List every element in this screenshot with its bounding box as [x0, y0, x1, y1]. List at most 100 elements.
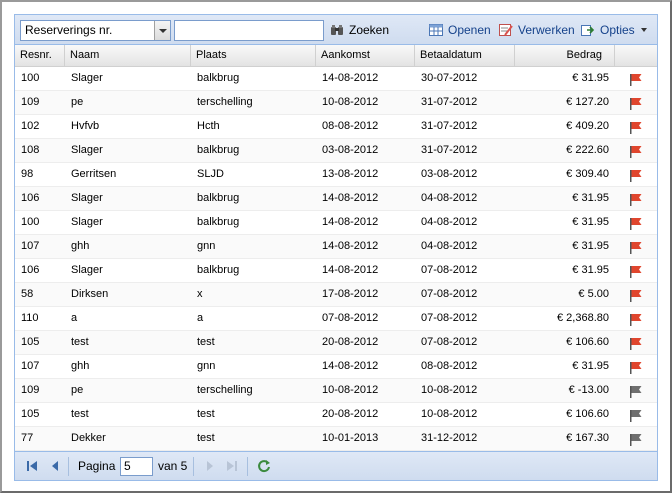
chevron-down-icon[interactable]	[154, 21, 170, 40]
cell-plaats: balkbrug	[197, 216, 240, 228]
flag-icon[interactable]	[629, 97, 643, 110]
cell-plaats: balkbrug	[197, 192, 240, 204]
cell-plaats: terschelling	[197, 384, 253, 396]
flag-icon[interactable]	[629, 409, 643, 422]
table-row[interactable]: 109 pe terschelling 10-08-2012 31-07-2012 € 1…	[15, 91, 657, 115]
open-button[interactable]: Openen	[429, 21, 491, 38]
table-row[interactable]: 106 Slager balkbrug 14-08-2012 04-08-2012 € 3…	[15, 187, 657, 211]
cell-betaaldatum: 04-08-2012	[421, 240, 478, 252]
table-row[interactable]: 106 Slager balkbrug 14-08-2012 07-08-2012 € 3…	[15, 259, 657, 283]
cell-plaats: test	[197, 408, 215, 420]
cell-bedrag: € 222.60	[566, 144, 609, 156]
table-row[interactable]: 58 Dirksen x 17-08-2012 07-08-2012 € 5.00	[15, 283, 657, 307]
cell-naam: Slager	[71, 144, 103, 156]
cell-plaats: terschelling	[197, 96, 253, 108]
cell-betaaldatum: 31-12-2012	[421, 432, 478, 444]
table-row[interactable]: 109 pe terschelling 10-08-2012 10-08-2012 € -…	[15, 379, 657, 403]
cell-bedrag: € -13.00	[568, 384, 609, 396]
cell-betaaldatum: 08-08-2012	[421, 360, 478, 372]
filter-field-select[interactable]: Reserverings nr.	[20, 20, 171, 41]
flag-icon[interactable]	[629, 217, 643, 230]
search-button[interactable]: Zoeken	[330, 21, 389, 38]
table-row[interactable]: 107 ghh gnn 14-08-2012 08-08-2012 € 31.95	[15, 355, 657, 379]
cell-aankomst: 10-01-2013	[322, 432, 379, 444]
separator	[193, 457, 194, 476]
cell-aankomst: 17-08-2012	[322, 288, 379, 300]
open-button-label: Openen	[448, 22, 491, 37]
flag-icon[interactable]	[629, 313, 643, 326]
table-row[interactable]: 100 Slager balkbrug 14-08-2012 30-07-2012 € 3…	[15, 67, 657, 91]
cell-betaaldatum: 07-08-2012	[421, 288, 478, 300]
cell-aankomst: 13-08-2012	[322, 168, 379, 180]
cell-resnr: 98	[21, 168, 34, 180]
flag-icon[interactable]	[629, 337, 643, 350]
table-row[interactable]: 102 Hvfvb Hcth 08-08-2012 31-07-2012 € 409.20	[15, 115, 657, 139]
options-button[interactable]: Opties	[581, 21, 647, 38]
cell-resnr: 110	[21, 312, 39, 324]
options-button-label: Opties	[600, 22, 635, 37]
cell-betaaldatum: 30-07-2012	[421, 72, 478, 84]
previous-page-icon[interactable]	[48, 459, 62, 473]
cell-resnr: 109	[21, 384, 40, 396]
flag-icon[interactable]	[629, 241, 643, 254]
cell-naam: test	[71, 408, 89, 420]
column-header-naam[interactable]: Naam	[65, 45, 191, 66]
cell-aankomst: 10-08-2012	[322, 96, 379, 108]
column-header-aankomst[interactable]: Aankomst	[316, 45, 415, 66]
cell-bedrag: € 31.95	[572, 264, 609, 276]
column-header-betaaldatum[interactable]: Betaaldatum	[415, 45, 515, 66]
flag-icon[interactable]	[629, 145, 643, 158]
cell-resnr: 108	[21, 144, 40, 156]
process-button[interactable]: Verwerken	[499, 21, 575, 38]
table-row[interactable]: 98 Gerritsen SLJD 13-08-2012 03-08-2012 € 309…	[15, 163, 657, 187]
column-header-bedrag[interactable]: Bedrag	[515, 45, 615, 66]
window-frame: Reserverings nr. Zoeken Openen Verwerken…	[0, 0, 672, 493]
cell-bedrag: € 2,368.80	[557, 312, 609, 324]
table-row[interactable]: 107 ghh gnn 14-08-2012 04-08-2012 € 31.95	[15, 235, 657, 259]
cell-aankomst: 10-08-2012	[322, 384, 379, 396]
table-row[interactable]: 108 Slager balkbrug 03-08-2012 31-07-2012 € 2…	[15, 139, 657, 163]
top-toolbar: Reserverings nr. Zoeken Openen Verwerken…	[15, 15, 657, 45]
cell-naam: test	[71, 336, 89, 348]
cell-aankomst: 08-08-2012	[322, 120, 379, 132]
cell-plaats: balkbrug	[197, 72, 240, 84]
flag-icon[interactable]	[629, 433, 643, 446]
flag-icon[interactable]	[629, 73, 643, 86]
first-page-icon[interactable]	[25, 459, 39, 473]
flag-icon[interactable]	[629, 121, 643, 134]
table-row[interactable]: 100 Slager balkbrug 14-08-2012 04-08-2012 € 3…	[15, 211, 657, 235]
reservations-grid-panel: Reserverings nr. Zoeken Openen Verwerken…	[14, 14, 658, 481]
flag-icon[interactable]	[629, 193, 643, 206]
page-number-input[interactable]: 5	[120, 457, 153, 476]
search-input[interactable]	[174, 20, 324, 41]
column-header-resnr[interactable]: Resnr.	[15, 45, 65, 66]
table-row[interactable]: 77 Dekker test 10-01-2013 31-12-2012 € 167.30	[15, 427, 657, 451]
flag-icon[interactable]	[629, 361, 643, 374]
flag-icon[interactable]	[629, 289, 643, 302]
cell-resnr: 106	[21, 264, 40, 276]
cell-naam: pe	[71, 384, 84, 396]
flag-icon[interactable]	[629, 385, 643, 398]
cell-betaaldatum: 31-07-2012	[421, 96, 478, 108]
cell-naam: a	[71, 312, 78, 324]
last-page-icon[interactable]	[225, 459, 239, 473]
flag-icon[interactable]	[629, 265, 643, 278]
table-row[interactable]: 110 a a 07-08-2012 07-08-2012 € 2,368.80	[15, 307, 657, 331]
cell-plaats: balkbrug	[197, 144, 240, 156]
cell-naam: Slager	[71, 192, 103, 204]
table-row[interactable]: 105 test test 20-08-2012 07-08-2012 € 106.60	[15, 331, 657, 355]
table-row[interactable]: 105 test test 20-08-2012 10-08-2012 € 106.60	[15, 403, 657, 427]
next-page-icon[interactable]	[203, 459, 217, 473]
cell-betaaldatum: 31-07-2012	[421, 144, 478, 156]
cell-plaats: gnn	[197, 240, 216, 252]
filter-field-value: Reserverings nr.	[25, 23, 113, 37]
cell-aankomst: 03-08-2012	[322, 144, 379, 156]
flag-icon[interactable]	[629, 169, 643, 182]
cell-aankomst: 14-08-2012	[322, 192, 379, 204]
cell-aankomst: 14-08-2012	[322, 216, 379, 228]
column-header-plaats[interactable]: Plaats	[191, 45, 316, 66]
caret-down-icon	[640, 27, 647, 32]
cell-naam: pe	[71, 96, 84, 108]
cell-resnr: 77	[21, 432, 34, 444]
refresh-icon[interactable]	[257, 459, 271, 473]
